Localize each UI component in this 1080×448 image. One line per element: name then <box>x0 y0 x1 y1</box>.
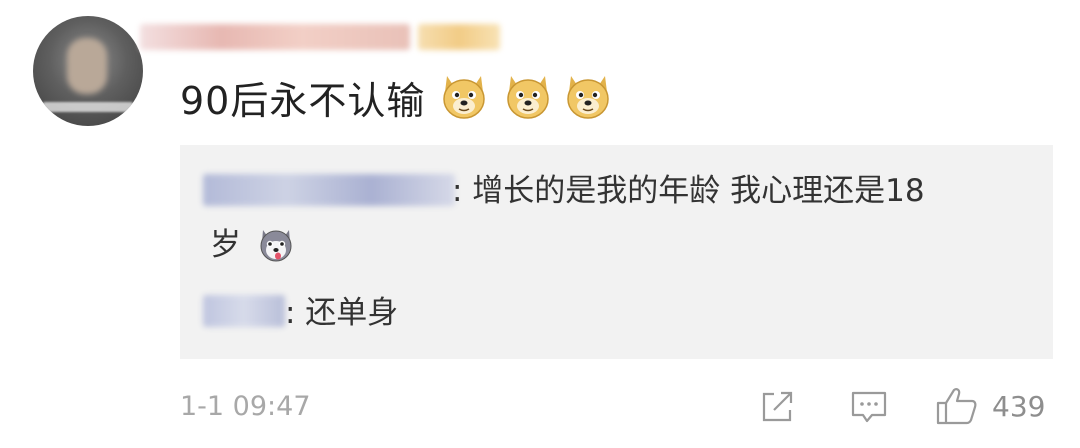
doge-emoji <box>507 76 549 119</box>
avatar-caption-blur <box>43 102 133 112</box>
husky-emoji <box>260 230 292 262</box>
reply-text-1-continued: 岁 <box>210 227 241 263</box>
comment-text: 90后永不认输 <box>180 79 426 123</box>
avatar-face-blur <box>67 38 107 94</box>
comment-card: 90后永不认输 : 增长的是我的年龄 我心理还是18 岁: 还单身 1-1 0… <box>0 0 1080 448</box>
reply-text-2: : 还单身 <box>285 295 399 331</box>
like-count: 439 <box>992 390 1046 423</box>
reply-username-redacted-2[interactable] <box>203 295 285 327</box>
like-icon[interactable] <box>935 386 979 426</box>
doge-emoji <box>443 76 485 119</box>
doge-emoji <box>567 76 609 119</box>
comment-timestamp: 1-1 09:47 <box>180 391 311 422</box>
reply-username-redacted[interactable] <box>203 174 455 206</box>
reply-text-1: : 增长的是我的年龄 我心理还是18 <box>452 173 925 209</box>
user-badge-redacted <box>418 24 500 50</box>
username-redacted[interactable] <box>140 24 410 50</box>
avatar[interactable] <box>33 16 143 126</box>
comment-icon[interactable] <box>850 390 888 426</box>
share-icon[interactable] <box>760 390 796 424</box>
